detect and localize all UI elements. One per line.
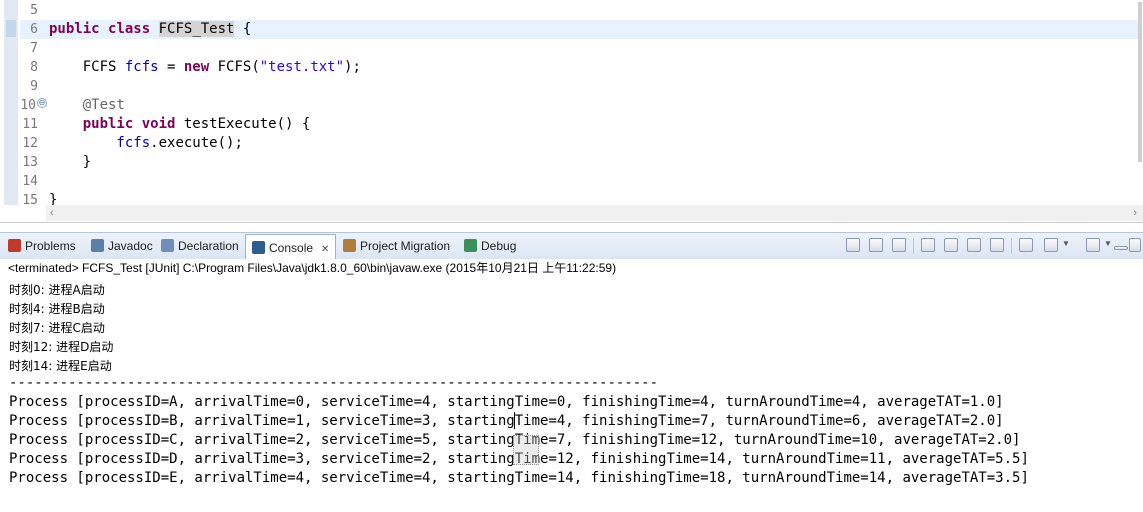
view-tab-bar: Problems Javadoc Declaration Console ✕ Pr…: [0, 232, 1143, 260]
scrollbar-thumb[interactable]: [1138, 2, 1142, 162]
field-fcfs: fcfs: [124, 59, 159, 75]
line-number: 10: [20, 98, 36, 113]
toolbar-separator: [913, 238, 914, 254]
tab-label: Javadoc: [108, 239, 153, 253]
console-line: Process [processID=A, arrivalTime=0, ser…: [9, 394, 1004, 410]
minimize-icon[interactable]: [1114, 246, 1128, 250]
code-line-12: fcfs.execute();: [49, 134, 243, 153]
word-wrap-icon[interactable]: [990, 238, 1004, 252]
tab-debug[interactable]: Debug: [464, 233, 516, 259]
keyword-new: new: [183, 59, 210, 75]
string-literal: "test.txt": [259, 59, 345, 75]
class-name: FCFS_Test: [158, 21, 235, 37]
tab-label: Project Migration: [360, 239, 451, 253]
console-line: 时刻0: 进程A启动: [9, 283, 105, 297]
chevron-down-icon[interactable]: ▼: [1104, 239, 1112, 248]
console-line: Process [processID=E, arrivalTime=4, ser…: [9, 470, 1029, 486]
tab-label: Debug: [481, 239, 517, 253]
type-name: FCFS: [49, 59, 125, 75]
keyword-public: public: [49, 116, 134, 132]
bottom-view-panel: Problems Javadoc Declaration Console ✕ Pr…: [0, 232, 1143, 512]
line-number: 9: [30, 79, 38, 94]
declaration-icon: [161, 239, 174, 252]
javadoc-icon: [91, 239, 104, 252]
current-line-marker: [6, 20, 16, 37]
brace: {: [234, 21, 252, 37]
keyword-void: void: [133, 116, 176, 132]
code-line-6: public class FCFS_Test {: [49, 20, 251, 39]
method-signature: testExecute() {: [175, 116, 311, 132]
code-line-13: }: [49, 154, 92, 170]
terminate-icon[interactable]: [846, 238, 860, 252]
scroll-left-icon[interactable]: ‹: [50, 205, 54, 221]
maximize-icon[interactable]: [1129, 238, 1141, 252]
toolbar-separator: [1011, 238, 1012, 254]
code-line-10: @Test: [49, 97, 125, 113]
editor-horizontal-scrollbar[interactable]: ‹ ›: [46, 205, 1143, 221]
show-on-output-icon[interactable]: [944, 238, 958, 252]
constructor-call: FCFS(: [209, 59, 260, 75]
tab-declaration[interactable]: Declaration: [161, 233, 239, 259]
line-number: 13: [22, 155, 38, 170]
tab-problems[interactable]: Problems: [8, 233, 76, 259]
chevron-down-icon[interactable]: ▼: [1062, 239, 1070, 248]
tab-console[interactable]: Console ✕: [245, 234, 337, 260]
line-number: 14: [22, 174, 38, 189]
remove-all-terminated-icon[interactable]: [892, 238, 906, 252]
method-call: .execute();: [150, 135, 243, 151]
launch-status-text: <terminated> FCFS_Test [JUnit] C:\Progra…: [0, 259, 1143, 277]
line-number: 6: [30, 22, 38, 37]
close-icon[interactable]: ✕: [321, 244, 329, 255]
console-line: 时刻12: 进程D启动: [9, 340, 114, 354]
console-line: 时刻7: 进程C启动: [9, 321, 105, 335]
tab-label: Problems: [25, 239, 76, 253]
line-number: 7: [30, 41, 38, 56]
line-number: 12: [22, 136, 38, 151]
code-editor[interactable]: 5 6 7 8 9 10 11 12 13 14 15 ⊖ public cla…: [0, 0, 1143, 223]
debug-icon: [464, 239, 477, 252]
tab-project-migration[interactable]: Project Migration: [343, 233, 450, 259]
problems-icon: [8, 239, 21, 252]
pin-console-icon[interactable]: [1019, 238, 1033, 252]
console-icon: [252, 241, 265, 254]
keyword-public: public: [49, 21, 100, 37]
fold-collapse-icon[interactable]: ⊖: [37, 98, 47, 108]
line-number: 8: [30, 60, 38, 75]
line-number: 11: [22, 117, 38, 132]
show-on-error-icon[interactable]: [967, 238, 981, 252]
text-caret: [514, 412, 515, 429]
console-line: Process [processID=B, arrivalTime=1, ser…: [9, 413, 1004, 429]
assign-op: =: [158, 59, 184, 75]
scroll-right-icon[interactable]: ›: [1133, 205, 1137, 221]
keyword-class: class: [108, 21, 151, 37]
tab-label: Declaration: [178, 239, 239, 253]
console-line: 时刻4: 进程B启动: [9, 302, 105, 316]
drag-ghost-icon: [513, 435, 539, 465]
display-selected-console-icon[interactable]: [1044, 238, 1058, 252]
console-separator-line: ----------------------------------------…: [9, 375, 659, 391]
field-fcfs: fcfs: [49, 135, 151, 151]
scroll-lock-icon[interactable]: [921, 238, 935, 252]
tab-label: Console: [269, 241, 314, 255]
editor-vertical-scrollbar[interactable]: [1137, 0, 1143, 170]
project-migration-icon: [343, 239, 356, 252]
remove-launch-icon[interactable]: [869, 238, 883, 252]
line-number: 15: [22, 193, 38, 208]
tab-javadoc[interactable]: Javadoc: [91, 233, 153, 259]
code-line-8: FCFS fcfs = new FCFS("test.txt");: [49, 58, 361, 77]
open-console-icon[interactable]: [1086, 238, 1100, 252]
code-line-11: public void testExecute() {: [49, 115, 311, 134]
line-number: 5: [30, 3, 38, 18]
console-output[interactable]: 时刻0: 进程A启动 时刻4: 进程B启动 时刻7: 进程C启动 时刻12: 进…: [0, 277, 1143, 512]
statement-end: );: [344, 59, 361, 75]
